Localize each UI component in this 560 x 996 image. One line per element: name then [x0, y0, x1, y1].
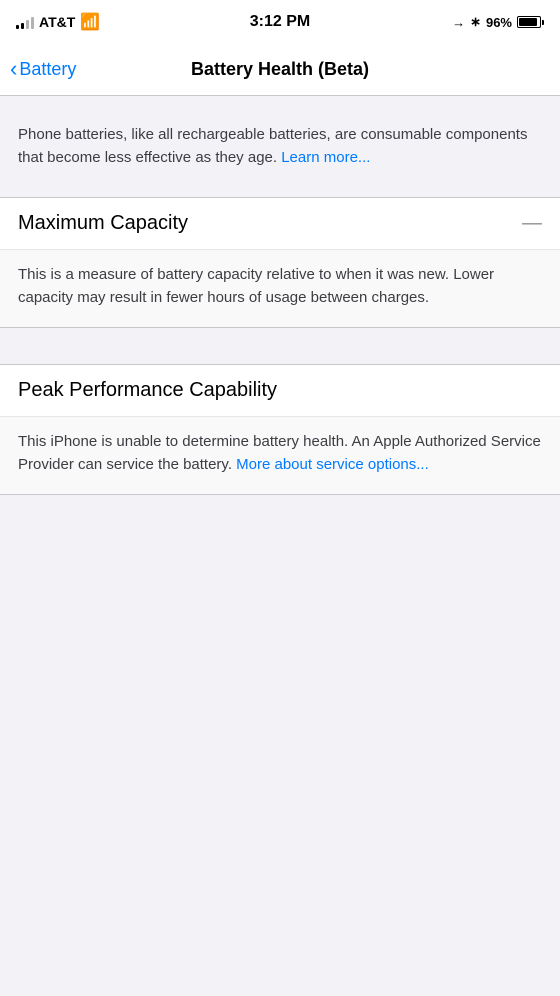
battery-icon — [517, 16, 544, 28]
status-time: 3:12 PM — [250, 13, 310, 31]
wifi-icon: 📶 — [80, 12, 100, 32]
intro-section: Phone batteries, like all rechargeable b… — [0, 96, 560, 197]
peak-performance-header: Peak Performance Capability — [0, 365, 560, 417]
status-bar: AT&T 📶 3:12 PM → ∗ 96% — [0, 0, 560, 44]
peak-performance-title: Peak Performance Capability — [18, 379, 277, 401]
learn-more-link[interactable]: Learn more... — [281, 149, 370, 166]
content-area: Phone batteries, like all rechargeable b… — [0, 96, 560, 895]
maximum-capacity-section: Maximum Capacity — This is a measure of … — [0, 197, 560, 328]
carrier-label: AT&T — [39, 14, 75, 30]
section-gap — [0, 328, 560, 364]
intro-text: Phone batteries, like all rechargeable b… — [18, 124, 542, 169]
maximum-capacity-body: This is a measure of battery capacity re… — [0, 250, 560, 327]
status-right: → ∗ 96% — [452, 14, 544, 30]
peak-performance-section: Peak Performance Capability This iPhone … — [0, 364, 560, 495]
maximum-capacity-title: Maximum Capacity — [18, 212, 188, 235]
back-label: Battery — [19, 59, 76, 80]
signal-bars-icon — [16, 15, 34, 29]
bluetooth-icon: ∗ — [470, 14, 481, 30]
maximum-capacity-dash: — — [522, 212, 542, 235]
back-chevron-icon: ‹ — [10, 58, 17, 80]
bottom-area — [0, 495, 560, 895]
back-button[interactable]: ‹ Battery — [10, 59, 110, 80]
page-title: Battery Health (Beta) — [191, 59, 369, 80]
maximum-capacity-description: This is a measure of battery capacity re… — [18, 264, 542, 309]
nav-bar: ‹ Battery Battery Health (Beta) — [0, 44, 560, 96]
peak-performance-description: This iPhone is unable to determine batte… — [18, 431, 542, 476]
location-icon: → — [452, 15, 465, 30]
maximum-capacity-header: Maximum Capacity — — [0, 198, 560, 250]
battery-percent-label: 96% — [486, 15, 512, 30]
service-options-link[interactable]: More about service options... — [236, 456, 429, 473]
peak-performance-body: This iPhone is unable to determine batte… — [0, 417, 560, 494]
status-left: AT&T 📶 — [16, 12, 100, 32]
